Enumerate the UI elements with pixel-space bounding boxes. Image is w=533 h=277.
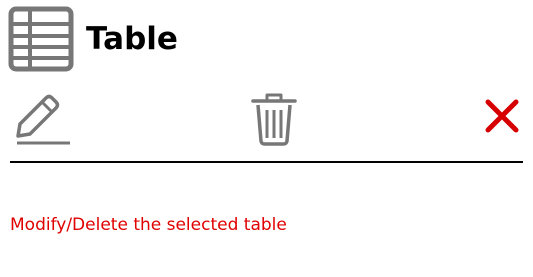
divider bbox=[10, 161, 523, 163]
table-icon bbox=[8, 6, 74, 72]
close-button[interactable] bbox=[484, 98, 520, 134]
panel-header: Table bbox=[8, 6, 178, 72]
close-icon bbox=[485, 99, 519, 133]
panel-title: Table bbox=[86, 20, 178, 57]
toolbar bbox=[0, 86, 533, 146]
delete-button[interactable] bbox=[250, 92, 298, 146]
pencil-icon bbox=[16, 94, 70, 145]
status-message: Modify/Delete the selected table bbox=[10, 215, 287, 235]
trash-icon bbox=[251, 93, 297, 146]
edit-button[interactable] bbox=[12, 90, 74, 146]
